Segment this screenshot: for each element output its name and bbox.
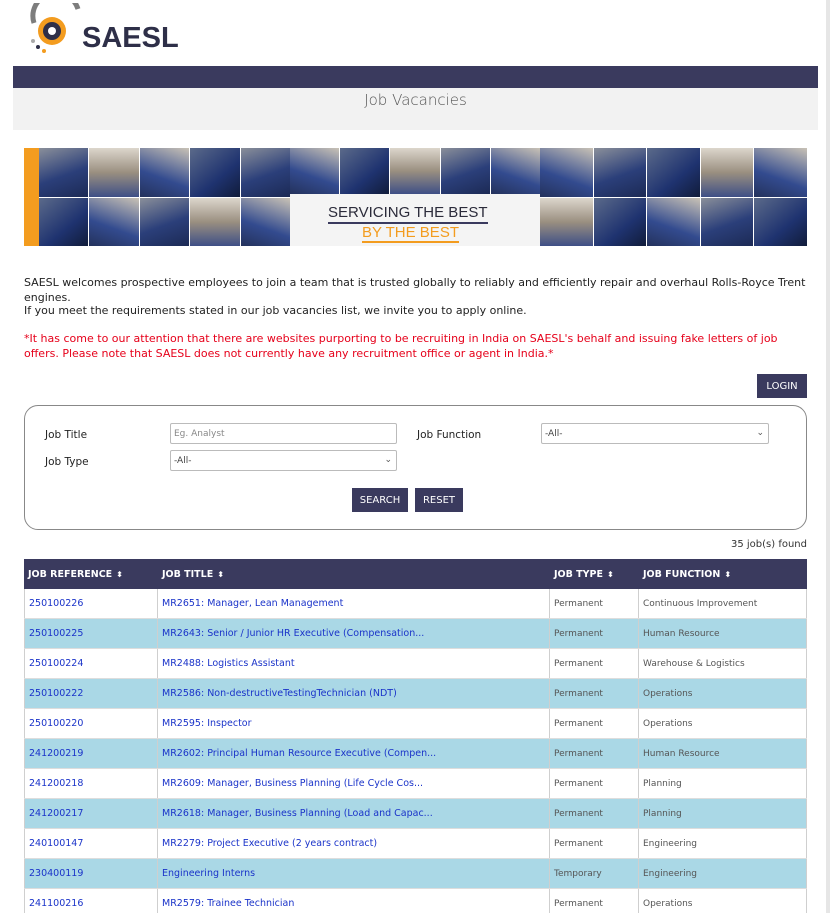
job-title-link[interactable]: MR2643: Senior / Junior HR Executive (Co… bbox=[158, 619, 550, 648]
job-function-cell: Planning bbox=[639, 799, 807, 828]
table-row: 250100222 MR2586: Non-destructiveTesting… bbox=[24, 679, 807, 709]
sort-arrows-icon: ⬍ bbox=[724, 569, 732, 579]
job-type-cell: Permanent bbox=[550, 739, 639, 768]
banner-slogan-line2: BY THE BEST bbox=[362, 224, 459, 243]
job-type-cell: Permanent bbox=[550, 649, 639, 678]
job-reference-link[interactable]: 250100222 bbox=[24, 679, 158, 708]
apply-paragraph: If you meet the requirements stated in o… bbox=[24, 304, 527, 317]
search-button[interactable]: SEARCH bbox=[352, 488, 408, 512]
page-title: Job Vacancies bbox=[364, 91, 467, 109]
job-type-cell: Permanent bbox=[550, 679, 639, 708]
job-reference-link[interactable]: 250100225 bbox=[24, 619, 158, 648]
table-row: 240100147 MR2279: Project Executive (2 y… bbox=[24, 829, 807, 859]
job-type-cell: Permanent bbox=[550, 829, 639, 858]
scroll-edge bbox=[826, 0, 830, 913]
table-row: 241200218 MR2609: Manager, Business Plan… bbox=[24, 769, 807, 799]
job-function-cell: Planning bbox=[639, 769, 807, 798]
job-reference-link[interactable]: 241100216 bbox=[24, 889, 158, 913]
job-title-link[interactable]: MR2488: Logistics Assistant bbox=[158, 649, 550, 678]
table-row: 250100225 MR2643: Senior / Junior HR Exe… bbox=[24, 619, 807, 649]
job-title-link[interactable]: MR2579: Trainee Technician bbox=[158, 889, 550, 913]
job-reference-link[interactable]: 241200219 bbox=[24, 739, 158, 768]
page: SAESL Job Vacancies SERVICING THE BEST B… bbox=[0, 0, 826, 913]
job-reference-link[interactable]: 240100147 bbox=[24, 829, 158, 858]
job-function-cell: Operations bbox=[639, 889, 807, 913]
results-count: 35 job(s) found bbox=[730, 539, 807, 550]
job-reference-link[interactable]: 250100220 bbox=[24, 709, 158, 738]
job-function-select[interactable]: -All- ⌄ bbox=[541, 423, 769, 444]
job-title-label: Job Title bbox=[45, 429, 88, 441]
job-function-cell: Operations bbox=[639, 709, 807, 738]
sort-header-job-function[interactable]: JOB FUNCTION ⬍ bbox=[639, 559, 807, 589]
job-function-cell: Operations bbox=[639, 679, 807, 708]
brand-name: SAESL bbox=[82, 22, 179, 54]
job-type-cell: Permanent bbox=[550, 769, 639, 798]
job-title-link[interactable]: MR2651: Manager, Lean Management bbox=[158, 589, 550, 618]
job-type-value: -All- bbox=[174, 455, 192, 466]
banner-photo-grid-right bbox=[540, 148, 807, 246]
job-function-value: -All- bbox=[545, 428, 563, 439]
banner-accent-bar bbox=[24, 148, 39, 246]
brand-logo[interactable]: SAESL bbox=[26, 2, 186, 58]
job-type-label: Job Type bbox=[45, 456, 89, 468]
table-header: JOB REFERENCE ⬍ JOB TITLE ⬍ JOB TYPE ⬍ JOB … bbox=[24, 559, 807, 589]
job-title-placeholder: Eg. Analyst bbox=[174, 428, 225, 439]
sort-header-job-title[interactable]: JOB TITLE ⬍ bbox=[158, 559, 550, 589]
job-vacancies-table: JOB REFERENCE ⬍ JOB TITLE ⬍ JOB TYPE ⬍ JOB … bbox=[24, 559, 807, 913]
title-band: Job Vacancies bbox=[13, 88, 818, 130]
banner-slogan-area: SERVICING THE BEST BY THE BEST bbox=[290, 148, 540, 246]
job-type-cell: Permanent bbox=[550, 619, 639, 648]
table-row: 250100226 MR2651: Manager, Lean Manageme… bbox=[24, 589, 807, 619]
table-row: 241200219 MR2602: Principal Human Resour… bbox=[24, 739, 807, 769]
job-title-link[interactable]: MR2602: Principal Human Resource Executi… bbox=[158, 739, 550, 768]
job-title-link[interactable]: MR2586: Non-destructiveTestingTechnician… bbox=[158, 679, 550, 708]
job-title-input[interactable]: Eg. Analyst bbox=[170, 423, 397, 444]
job-type-cell: Permanent bbox=[550, 799, 639, 828]
job-title-link[interactable]: Engineering Interns bbox=[158, 859, 550, 888]
table-row: 250100224 MR2488: Logistics Assistant Pe… bbox=[24, 649, 807, 679]
sort-arrows-icon: ⬍ bbox=[606, 569, 614, 579]
table-row: 241200217 MR2618: Manager, Business Plan… bbox=[24, 799, 807, 829]
job-reference-link[interactable]: 250100226 bbox=[24, 589, 158, 618]
job-function-cell: Human Resource bbox=[639, 739, 807, 768]
job-reference-link[interactable]: 241200217 bbox=[24, 799, 158, 828]
job-title-link[interactable]: MR2279: Project Executive (2 years contr… bbox=[158, 829, 550, 858]
top-navbar bbox=[13, 66, 818, 88]
job-title-link[interactable]: MR2609: Manager, Business Planning (Life… bbox=[158, 769, 550, 798]
sort-header-job-type[interactable]: JOB TYPE ⬍ bbox=[550, 559, 639, 589]
job-reference-link[interactable]: 230400119 bbox=[24, 859, 158, 888]
login-button[interactable]: LOGIN bbox=[757, 374, 807, 398]
sort-arrows-icon: ⬍ bbox=[116, 569, 123, 579]
job-function-cell: Continuous Improvement bbox=[639, 589, 807, 618]
job-type-cell: Permanent bbox=[550, 709, 639, 738]
hero-banner: SERVICING THE BEST BY THE BEST bbox=[24, 148, 807, 246]
saesl-logo-icon bbox=[30, 3, 81, 53]
table-row: 241100216 MR2579: Trainee Technician Per… bbox=[24, 889, 807, 913]
job-reference-link[interactable]: 250100224 bbox=[24, 649, 158, 678]
banner-photo-grid-left bbox=[39, 148, 290, 246]
job-title-link[interactable]: MR2618: Manager, Business Planning (Load… bbox=[158, 799, 550, 828]
chevron-down-icon: ⌄ bbox=[384, 455, 392, 465]
table-row: 230400119 Engineering Interns Temporary … bbox=[24, 859, 807, 889]
reset-button[interactable]: RESET bbox=[415, 488, 463, 512]
job-type-cell: Permanent bbox=[550, 589, 639, 618]
fraud-warning: *It has come to our attention that there… bbox=[24, 332, 778, 360]
job-title-link[interactable]: MR2595: Inspector bbox=[158, 709, 550, 738]
job-type-select[interactable]: -All- ⌄ bbox=[170, 450, 397, 471]
sort-header-job-reference[interactable]: JOB REFERENCE ⬍ bbox=[24, 559, 158, 589]
chevron-down-icon: ⌄ bbox=[756, 428, 764, 438]
job-function-cell: Warehouse & Logistics bbox=[639, 649, 807, 678]
job-function-cell: Engineering bbox=[639, 829, 807, 858]
job-type-cell: Permanent bbox=[550, 889, 639, 913]
job-reference-link[interactable]: 241200218 bbox=[24, 769, 158, 798]
banner-slogan-line1: SERVICING THE BEST bbox=[328, 204, 488, 224]
job-function-cell: Human Resource bbox=[639, 619, 807, 648]
job-search-form: Job Title Eg. Analyst Job Function -All-… bbox=[24, 405, 807, 530]
job-function-cell: Engineering bbox=[639, 859, 807, 888]
job-function-label: Job Function bbox=[417, 429, 482, 441]
table-row: 250100220 MR2595: Inspector Permanent Op… bbox=[24, 709, 807, 739]
sort-arrows-icon: ⬍ bbox=[217, 569, 224, 579]
job-type-cell: Temporary bbox=[550, 859, 639, 888]
intro-paragraph: SAESL welcomes prospective employees to … bbox=[24, 276, 806, 304]
